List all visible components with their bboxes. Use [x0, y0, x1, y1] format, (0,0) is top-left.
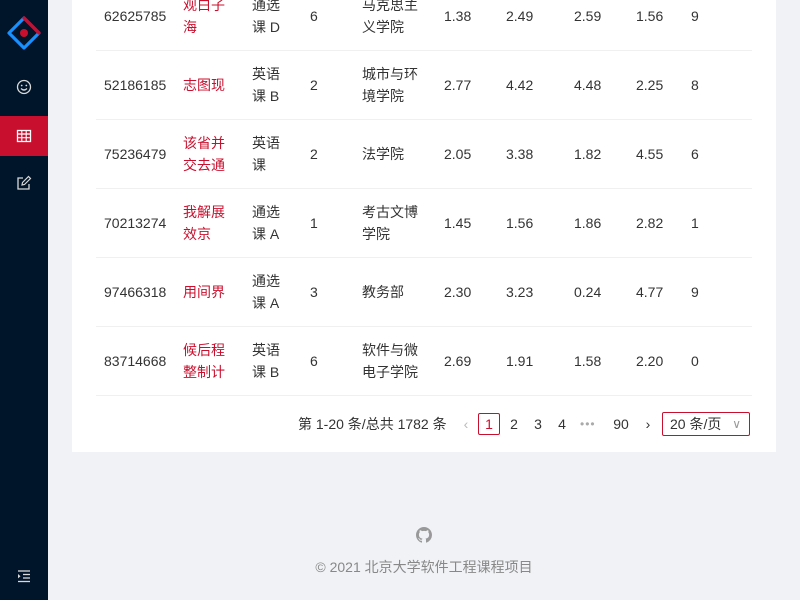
- cell-course-id: 83714668: [104, 352, 167, 369]
- cell-course-type: 英语课: [252, 134, 280, 173]
- cell-score-d: 2.82: [636, 214, 664, 231]
- cell-score-d: 4.77: [636, 283, 664, 300]
- cell-course-id: 62625785: [104, 7, 167, 24]
- cell-department: 考古文博学院: [362, 203, 418, 242]
- table-icon: [16, 129, 32, 143]
- cell-score-a: 2.69: [444, 352, 472, 369]
- cell-score-b: 3.23: [506, 283, 534, 300]
- cell-count: 0: [691, 352, 699, 369]
- cell-count: 6: [691, 145, 699, 162]
- pagination-page-last[interactable]: 90: [610, 413, 632, 435]
- pagination-total: 第 1-20 条/总共 1782 条: [298, 416, 447, 432]
- cell-course-id: 70213274: [104, 214, 167, 231]
- sidebar: [0, 0, 48, 600]
- sidebar-item-table[interactable]: [0, 116, 48, 156]
- cell-credit: 1: [310, 214, 318, 231]
- cell-score-d: 4.55: [636, 145, 664, 162]
- cell-count: 9: [691, 7, 699, 24]
- cell-score-b: 1.56: [506, 214, 534, 231]
- cell-department: 教务部: [362, 283, 404, 300]
- logo-icon[interactable]: [7, 16, 41, 50]
- sidebar-item-form[interactable]: [0, 163, 48, 203]
- cell-score-d: 2.20: [636, 352, 664, 369]
- table-row: 52186185 志图现 英语课 B 2 城市与环境学院 2.77 4.42 4.48 2.25…: [96, 50, 752, 120]
- cell-score-a: 2.05: [444, 145, 472, 162]
- sidebar-item-dashboard[interactable]: [0, 67, 48, 107]
- pagination-prev-button[interactable]: ‹: [455, 413, 477, 435]
- cell-course-name[interactable]: 该省并交去通: [183, 132, 231, 176]
- cell-credit: 6: [310, 7, 318, 24]
- cell-course-name[interactable]: 我解展效京: [183, 201, 231, 245]
- cell-course-type: 英语课 B: [252, 65, 280, 104]
- pagination-next-button[interactable]: ›: [637, 413, 659, 435]
- cell-score-b: 3.38: [506, 145, 534, 162]
- cell-course-id: 52186185: [104, 76, 167, 93]
- table-row: 83714668 候后程整制计 英语课 B 6 软件与微电子学院 2.69 1.91 1.58…: [96, 326, 752, 396]
- cell-score-a: 2.30: [444, 283, 472, 300]
- cell-score-d: 2.25: [636, 76, 664, 93]
- cell-score-b: 1.91: [506, 352, 534, 369]
- pagination: 第 1-20 条/总共 1782 条 ‹ 1 2 3 4 ••• 90 › 20…: [72, 411, 776, 437]
- cell-course-name[interactable]: 志图现: [183, 74, 231, 96]
- cell-score-b: 4.42: [506, 76, 534, 93]
- cell-department: 马克思主义学院: [362, 0, 418, 35]
- cell-count: 1: [691, 214, 699, 231]
- cell-score-b: 2.49: [506, 7, 534, 24]
- content-card: 62625785 观白子海 通选课 D 6 马克思主义学院 1.38 2.49 2.59 1.5…: [72, 0, 776, 452]
- cell-score-d: 1.56: [636, 7, 664, 24]
- copyright-text: © 2021 北京大学软件工程课程项目: [315, 559, 533, 575]
- table-row: 62625785 观白子海 通选课 D 6 马克思主义学院 1.38 2.49 2.59 1.5…: [96, 0, 752, 51]
- github-icon[interactable]: [416, 527, 432, 543]
- pagination-page-3[interactable]: 3: [527, 413, 549, 435]
- cell-score-c: 4.48: [574, 76, 602, 93]
- cell-course-id: 97466318: [104, 283, 167, 300]
- cell-department: 城市与环境学院: [362, 65, 418, 104]
- pagination-jump-next[interactable]: •••: [580, 413, 596, 435]
- cell-course-name[interactable]: 用间界: [183, 281, 231, 303]
- cell-course-type: 通选课 A: [252, 272, 280, 311]
- cell-score-a: 1.38: [444, 7, 472, 24]
- cell-score-c: 1.82: [574, 145, 602, 162]
- form-edit-icon: [17, 175, 32, 190]
- cell-count: 9: [691, 283, 699, 300]
- table-row: 97466318 用间界 通选课 A 3 教务部 2.30 3.23 0.24 4.77 9: [96, 257, 752, 327]
- page-size-value: 20 条/页: [670, 416, 722, 432]
- cell-score-c: 2.59: [574, 7, 602, 24]
- pagination-page-4[interactable]: 4: [551, 413, 573, 435]
- cell-score-a: 1.45: [444, 214, 472, 231]
- cell-department: 软件与微电子学院: [362, 341, 418, 380]
- cell-credit: 3: [310, 283, 318, 300]
- cell-score-c: 0.24: [574, 283, 602, 300]
- pagination-page-2[interactable]: 2: [503, 413, 525, 435]
- pagination-page-1[interactable]: 1: [478, 413, 500, 435]
- cell-course-type: 英语课 B: [252, 341, 280, 380]
- cell-score-c: 1.58: [574, 352, 602, 369]
- cell-course-id: 75236479: [104, 145, 167, 162]
- cell-count: 8: [691, 76, 699, 93]
- cell-department: 法学院: [362, 145, 404, 162]
- table-row: 75236479 该省并交去通 英语课 2 法学院 2.05 3.38 1.82 4.55 6: [96, 119, 752, 189]
- cell-course-type: 通选课 D: [252, 0, 280, 35]
- cell-course-name[interactable]: 观白子海: [183, 0, 231, 38]
- cell-score-a: 2.77: [444, 76, 472, 93]
- cell-course-type: 通选课 A: [252, 203, 280, 242]
- cell-credit: 2: [310, 145, 318, 162]
- table-row: 70213274 我解展效京 通选课 A 1 考古文博学院 1.45 1.56 1.86 2.8…: [96, 188, 752, 258]
- cell-credit: 6: [310, 352, 318, 369]
- cell-credit: 2: [310, 76, 318, 93]
- chevron-down-icon: ∨: [732, 417, 741, 431]
- smile-icon: [16, 79, 32, 95]
- cell-course-name[interactable]: 候后程整制计: [183, 339, 231, 383]
- cell-score-c: 1.86: [574, 214, 602, 231]
- page-size-select[interactable]: 20 条/页 ∨: [662, 412, 750, 436]
